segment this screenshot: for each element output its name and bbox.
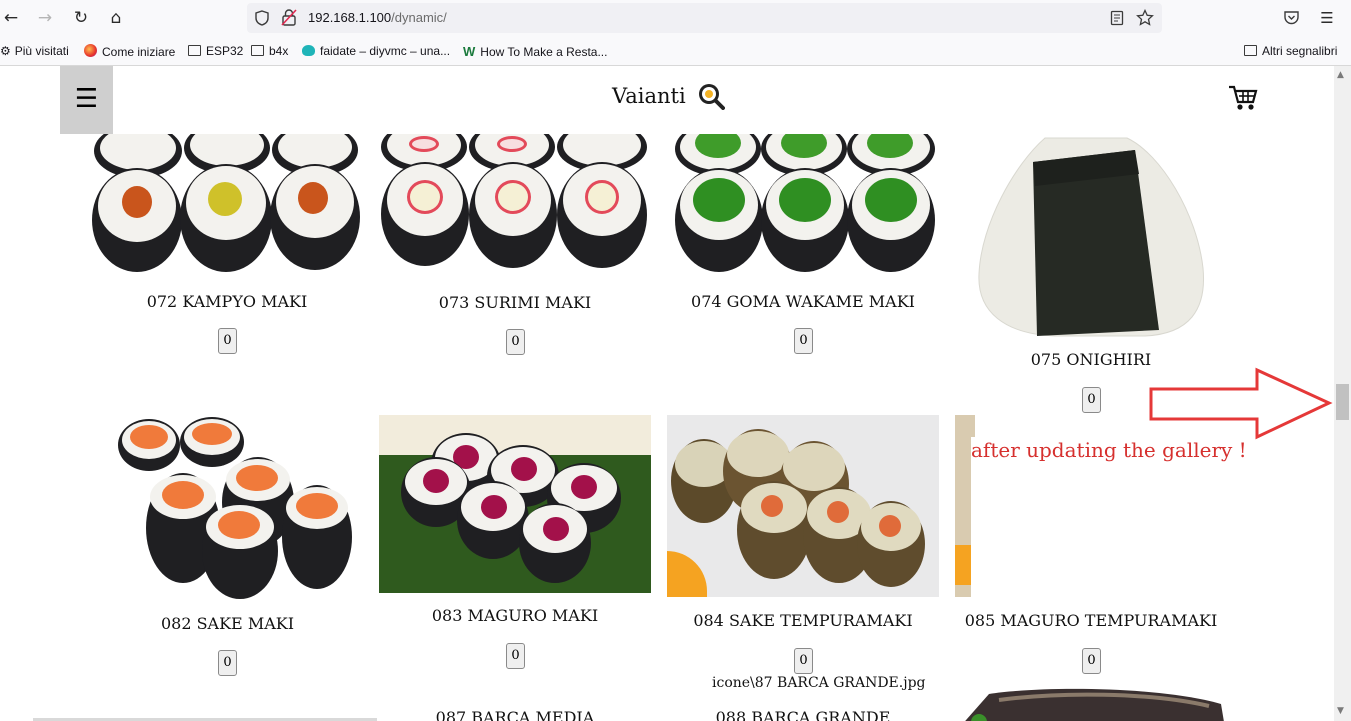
folder-icon: [188, 45, 201, 56]
missing-image-filename: icone\87 BARCA GRANDE.jpg: [712, 675, 926, 691]
firefox-icon: [84, 44, 97, 57]
folder-icon: [251, 45, 264, 56]
product-title: 087 BARCA MEDIA: [435, 708, 595, 721]
magnifier-logo-icon: [699, 84, 725, 110]
shopping-cart-icon[interactable]: [1228, 84, 1258, 112]
product-image-barca[interactable]: [959, 688, 1225, 721]
scroll-thumb[interactable]: [1336, 384, 1349, 420]
product-quantity-button[interactable]: 0: [794, 328, 813, 354]
product-quantity-button[interactable]: 0: [506, 329, 525, 355]
scroll-up-icon[interactable]: ▲: [1337, 70, 1344, 80]
site-header: ☰ Vaianti: [0, 66, 1334, 134]
address-bar[interactable]: 192.168.1.100/dynamic/: [247, 3, 1162, 33]
insecure-lock-icon[interactable]: [281, 9, 297, 26]
product-title: 072 KAMPYO MAKI: [146, 292, 308, 311]
product-image-goma-wakame-maki[interactable]: [675, 134, 937, 276]
bookmark-faidate[interactable]: faidate – diyvmc – una...: [302, 44, 450, 58]
product-title: 073 SURIMI MAKI: [438, 293, 592, 312]
bookmark-other[interactable]: Altri segnalibri: [1244, 44, 1337, 58]
home-icon[interactable]: ⌂: [105, 7, 127, 29]
product-image-sake-maki[interactable]: [92, 415, 363, 600]
product-quantity-button[interactable]: 0: [1082, 387, 1101, 413]
reload-icon[interactable]: ↻: [70, 7, 92, 29]
forward-icon[interactable]: →: [34, 7, 56, 29]
product-title: 084 SAKE TEMPURAMAKI: [693, 611, 913, 630]
product-title: 083 MAGURO MAKI: [431, 606, 599, 625]
bookmark-b4x[interactable]: b4x: [251, 44, 288, 58]
product-title: 082 SAKE MAKI: [160, 614, 295, 633]
bookmarks-bar: ⚙ Più visitati Come iniziare ESP32 b4x fa…: [0, 36, 1351, 66]
product-image-onighiri[interactable]: [975, 134, 1207, 340]
bookmark-most-visited[interactable]: ⚙ Più visitati: [0, 44, 69, 58]
annotation-text: after updating the gallery !: [971, 438, 1247, 462]
brand-title[interactable]: Vaianti: [612, 84, 686, 108]
back-icon[interactable]: ←: [0, 7, 22, 29]
reader-view-icon[interactable]: [1110, 10, 1124, 26]
product-quantity-button[interactable]: 0: [794, 648, 813, 674]
shield-icon[interactable]: [255, 10, 269, 26]
product-image-maguro-maki[interactable]: [379, 415, 651, 593]
bookmark-getting-started[interactable]: Come iniziare: [84, 44, 175, 59]
product-image-sake-tempuramaki[interactable]: [667, 415, 939, 597]
product-quantity-button[interactable]: 0: [218, 328, 237, 354]
product-quantity-button[interactable]: 0: [218, 650, 237, 676]
site-favicon-icon: [302, 45, 315, 56]
product-image-kampyo-maki[interactable]: [92, 134, 362, 276]
hamburger-menu-button[interactable]: ☰: [60, 66, 113, 134]
pocket-icon[interactable]: [1283, 9, 1300, 26]
gear-icon: ⚙: [0, 44, 11, 58]
vertical-scrollbar[interactable]: ▲ ▼: [1334, 66, 1351, 721]
url-text[interactable]: 192.168.1.100/dynamic/: [308, 10, 447, 25]
product-title: 088 BARCA GRANDE: [715, 708, 891, 721]
bookmark-star-icon[interactable]: [1136, 9, 1154, 27]
product-image-surimi-maki[interactable]: [379, 134, 651, 276]
red-arrow-icon: [1149, 367, 1333, 440]
product-title: 085 MAGURO TEMPURAMAKI: [964, 611, 1218, 630]
browser-toolbar: ← → ↻ ⌂ 192.168.1.100/dynamic/ ☰: [0, 0, 1351, 36]
bookmark-how-to-make[interactable]: W How To Make a Resta...: [463, 44, 607, 59]
product-quantity-button[interactable]: 0: [1082, 648, 1101, 674]
folder-icon: [1244, 45, 1257, 56]
wikihow-icon: W: [463, 44, 476, 59]
bookmark-esp32[interactable]: ESP32: [188, 44, 243, 58]
app-menu-icon[interactable]: ☰: [1316, 7, 1338, 29]
product-title: 074 GOMA WAKAME MAKI: [691, 292, 915, 311]
product-quantity-button[interactable]: 0: [506, 643, 525, 669]
page-viewport: ☰ Vaianti 072 KAMPYO MAKI 0 073 SURIMI M…: [0, 66, 1334, 721]
scroll-down-icon[interactable]: ▼: [1337, 706, 1344, 716]
